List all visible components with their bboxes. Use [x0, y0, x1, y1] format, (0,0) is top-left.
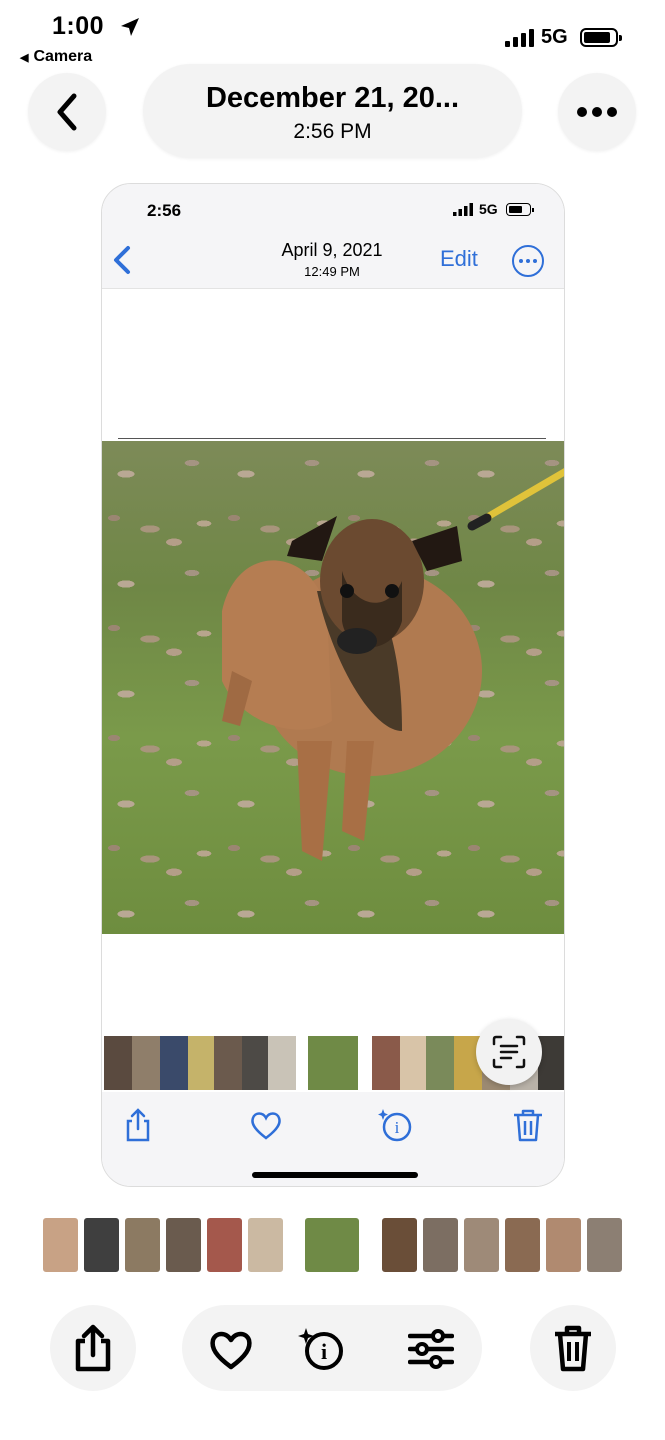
info-sparkle-icon[interactable]: i [298, 1327, 344, 1371]
svg-text:i: i [395, 1118, 400, 1137]
thumbnail[interactable] [84, 1218, 119, 1272]
inner-battery-icon [506, 203, 534, 216]
thumbnail[interactable] [464, 1218, 499, 1272]
thumbnail[interactable] [125, 1218, 160, 1272]
heart-icon[interactable] [208, 1327, 254, 1371]
page-subtitle: 2:56 PM [293, 120, 372, 143]
thumbnail[interactable] [166, 1218, 201, 1272]
inner-info-sparkle-icon: i [378, 1109, 412, 1142]
divider-line [118, 438, 546, 439]
photo-filmstrip[interactable] [0, 1218, 665, 1272]
back-triangle-icon: ◀ [20, 52, 29, 64]
back-button[interactable] [28, 73, 106, 151]
svg-text:i: i [321, 1339, 327, 1364]
back-app-label: Camera [33, 48, 93, 65]
more-icon [577, 107, 617, 117]
photo-screenshot[interactable]: 2:56 5G April 9, 2021 12:49 PM Edit i [101, 183, 565, 1187]
trash-icon [555, 1325, 591, 1372]
inner-more-icon [512, 245, 544, 277]
inner-share-icon [126, 1108, 150, 1142]
signal-icon [505, 29, 534, 47]
thumbnail[interactable] [43, 1218, 78, 1272]
battery-icon [580, 28, 622, 47]
network-type: 5G [541, 26, 568, 48]
thumbnail[interactable] [382, 1218, 417, 1272]
status-bar: 1:00 ◀ Camera 5G [0, 0, 665, 70]
dog-photo [102, 441, 564, 934]
home-indicator [252, 1172, 418, 1178]
thumbnail[interactable] [546, 1218, 581, 1272]
inner-title: April 9, 2021 [281, 240, 383, 260]
live-text-icon [492, 1035, 526, 1069]
thumbnail[interactable] [248, 1218, 283, 1272]
adjust-icon[interactable] [408, 1327, 454, 1371]
share-icon [75, 1324, 111, 1372]
more-button[interactable] [558, 73, 636, 151]
thumbnail[interactable] [207, 1218, 242, 1272]
title-pill: December 21, 20... 2:56 PM [143, 64, 522, 158]
inner-edit-button: Edit [440, 246, 478, 271]
thumbnail[interactable] [423, 1218, 458, 1272]
inner-status-time: 2:56 [147, 201, 182, 220]
actions-pill: i [182, 1305, 482, 1391]
inner-back-chevron-icon [114, 246, 130, 274]
thumbnail[interactable] [587, 1218, 622, 1272]
inner-signal-icon [453, 203, 473, 216]
page-title: December 21, 20... [205, 82, 460, 114]
location-arrow-icon [121, 18, 139, 36]
delete-button[interactable] [530, 1305, 616, 1391]
inner-trash-icon [514, 1109, 542, 1142]
thumbnail-selected[interactable] [305, 1218, 359, 1272]
inner-subtitle: 12:49 PM [304, 264, 360, 279]
back-chevron-icon [57, 93, 77, 131]
thumbnail[interactable] [505, 1218, 540, 1272]
inner-header: 2:56 5G April 9, 2021 12:49 PM Edit [102, 184, 564, 289]
status-time: 1:00 [52, 12, 105, 40]
live-text-button [476, 1019, 542, 1085]
inner-network-type: 5G [479, 201, 498, 217]
back-to-app-link[interactable]: ◀ Camera [20, 48, 92, 66]
inner-heart-icon [251, 1112, 281, 1140]
share-button[interactable] [50, 1305, 136, 1391]
